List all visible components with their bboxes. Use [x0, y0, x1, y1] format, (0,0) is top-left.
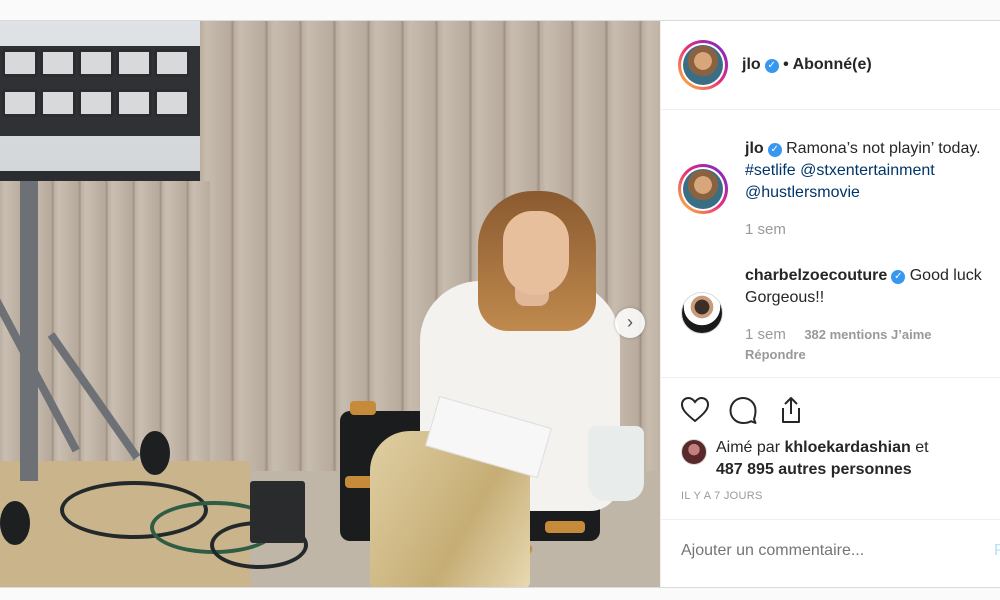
- photo-woman-face: [503, 211, 569, 295]
- comment-icon[interactable]: [727, 394, 759, 426]
- follow-status-button[interactable]: Abonné(e): [793, 56, 872, 73]
- verified-icon: ✓: [891, 270, 906, 284]
- photo-lamp: [154, 89, 190, 117]
- comment-meta: 1 sem 382 mentions J’aime: [745, 326, 931, 344]
- commenter-avatar[interactable]: [681, 292, 723, 334]
- photo-chair-frame: [545, 521, 585, 533]
- comment-time[interactable]: 1 sem: [745, 326, 786, 343]
- photo-wheel: [0, 501, 30, 545]
- caption-author-avatar[interactable]: [678, 164, 728, 214]
- photo-wheel: [140, 431, 170, 475]
- publish-button[interactable]: P: [994, 542, 1000, 560]
- post-header: jlo ✓ • Abonné(e): [661, 21, 1000, 110]
- post-side-panel: jlo ✓ • Abonné(e) jlo ✓ Ramona’s not playi…: [660, 21, 1000, 587]
- photo-cup: [588, 426, 644, 501]
- chevron-right-icon[interactable]: ›: [615, 308, 645, 338]
- photo-stand: [20, 181, 38, 481]
- liker-avatar[interactable]: [681, 439, 707, 465]
- likes-suffix: et: [915, 439, 929, 456]
- instagram-post: › jlo ✓ • Abonné(e) jlo ✓ Ramona’s not pla…: [0, 20, 1000, 588]
- liker-username[interactable]: khloekardashian: [784, 439, 910, 456]
- caption-text: Ramona’s not playin’ today.: [786, 140, 981, 157]
- avatar-image: [683, 45, 723, 85]
- avatar-image: [683, 169, 723, 209]
- photo-lamp: [2, 49, 38, 77]
- verified-icon: ✓: [767, 143, 782, 157]
- hashtag-link[interactable]: #setlife: [745, 162, 796, 179]
- author-username[interactable]: jlo: [742, 56, 761, 73]
- post-photo[interactable]: ›: [0, 21, 660, 587]
- photo-lamp: [40, 89, 76, 117]
- dot-separator: •: [783, 56, 793, 73]
- photo-lamp: [40, 49, 76, 77]
- photo-lamp: [116, 49, 152, 77]
- verified-icon: ✓: [764, 59, 779, 73]
- photo-lamp: [2, 89, 38, 117]
- comment-input[interactable]: [681, 542, 961, 560]
- mention-link[interactable]: @stxentertainment: [800, 162, 935, 179]
- comment-likes[interactable]: 382 mentions J’aime: [804, 327, 931, 342]
- photo-lamp: [116, 89, 152, 117]
- likes-summary: Aimé par khloekardashian et 487 895 autr…: [716, 437, 996, 481]
- action-bar: [661, 377, 1000, 424]
- caption-time[interactable]: 1 sem: [745, 221, 786, 238]
- photo-lamp: [78, 49, 114, 77]
- header-user-row: jlo ✓ • Abonné(e): [742, 56, 872, 74]
- share-icon[interactable]: [775, 394, 807, 426]
- commenter-username[interactable]: charbelzoecouture: [745, 267, 887, 284]
- caption: jlo ✓ Ramona’s not playin’ today. #setlif…: [745, 138, 997, 204]
- heart-icon[interactable]: [679, 394, 711, 426]
- author-avatar[interactable]: [678, 40, 728, 90]
- post-date[interactable]: IL Y A 7 JOURS: [681, 490, 763, 502]
- reply-button[interactable]: Répondre: [745, 347, 806, 362]
- mention-link[interactable]: @hustlersmovie: [745, 184, 860, 201]
- caption-username[interactable]: jlo: [745, 140, 764, 157]
- likes-prefix: Aimé par: [716, 439, 781, 456]
- comment-bar: P: [661, 519, 1000, 587]
- photo-lamp: [154, 49, 190, 77]
- likes-others-link[interactable]: 487 895 autres personnes: [716, 461, 912, 478]
- photo-speaker: [250, 481, 305, 543]
- photo-chair-frame: [350, 401, 376, 415]
- comment: charbelzoecouture ✓ Good luck Gorgeous!!: [745, 265, 997, 309]
- photo-lamp: [78, 89, 114, 117]
- photo-stand-bar: [0, 171, 200, 181]
